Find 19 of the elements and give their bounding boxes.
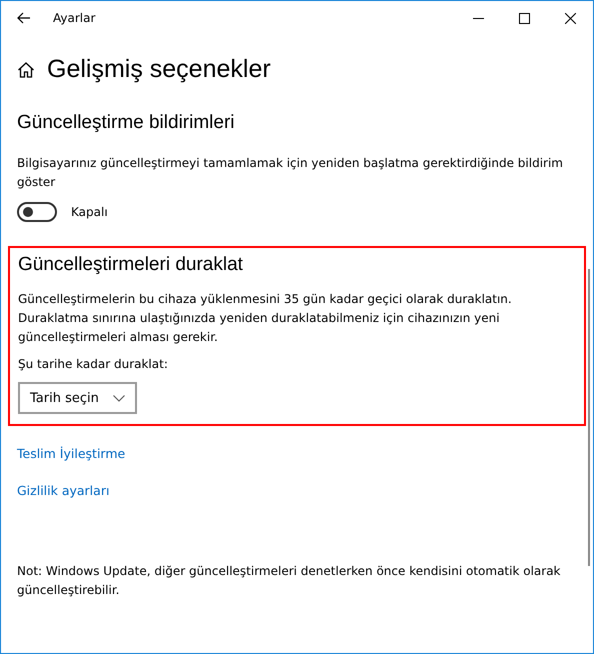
home-icon[interactable] bbox=[17, 60, 35, 78]
scrollbar[interactable] bbox=[588, 269, 590, 566]
window-title: Ayarlar bbox=[53, 11, 96, 25]
settings-link[interactable]: Teslim İyileştirme bbox=[17, 446, 126, 461]
date-dropdown[interactable]: Tarih seçin bbox=[18, 382, 137, 414]
back-arrow-icon bbox=[17, 12, 31, 24]
setting-description: Bilgisayarınız güncelleştirmeyi tamamlamak için yeniden başlatma gerektirdiğinde bildirim göster bbox=[17, 155, 564, 191]
page-title: Gelişmiş seçenekler bbox=[47, 55, 271, 84]
chevron-down-icon bbox=[112, 394, 125, 402]
note-text: Not: Windows Update, diğer güncelleştirmeleri denetlerken önce kendisini otomatik olarak güncelleştirebilir. bbox=[17, 563, 562, 599]
date-label: Şu tarihe kadar duraklat: bbox=[18, 356, 169, 373]
setting-description: Güncelleştirmelerin bu cihaza yüklenmesini 35 gün kadar geçici olarak duraklatın. Duraklatma sınırına ulaştığınızda yeniden duraklatabilmeniz için cihazınızın yeni güncelleştirmeleri alması gerekir. bbox=[18, 291, 513, 346]
close-icon bbox=[564, 12, 576, 24]
settings-link[interactable]: Gizlilik ayarları bbox=[17, 483, 110, 498]
toggle-label: Kapalı bbox=[71, 204, 108, 220]
section-heading: Güncelleştirme bildirimleri bbox=[17, 112, 236, 134]
maximize-icon bbox=[518, 12, 530, 24]
toggle-switch[interactable] bbox=[17, 202, 57, 222]
section-heading: Güncelleştirmeleri duraklat bbox=[18, 254, 244, 276]
